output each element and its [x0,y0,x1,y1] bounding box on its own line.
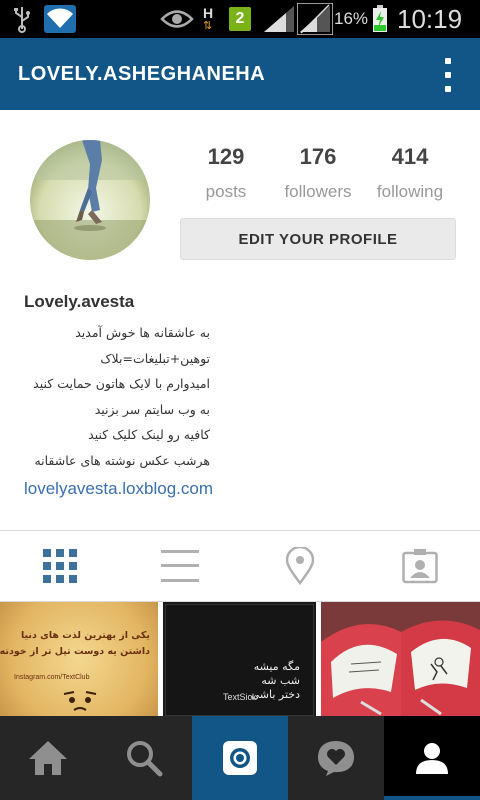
signal-icon [264,0,294,38]
usb-icon [12,0,32,38]
post-caption: دختر باشی [250,688,300,701]
post-thumbnail[interactable] [321,602,480,716]
following-count: 414 [391,144,429,169]
profile-username: LOVELY.ASHEGHANEHA [18,63,266,85]
profile-display-name: Lovely.avesta [24,292,135,311]
profile-view-tabs [0,531,480,601]
following-stat[interactable]: 414 following [364,144,456,202]
profile-website-link[interactable]: lovelyavesta.loxblog.com [24,479,213,499]
sim-icon: 2 [229,0,251,38]
location-pin-icon[interactable] [240,531,360,601]
post-thumbnail[interactable]: مگه میشه شب شه دختر باشی TextSick [163,602,316,716]
profile-icon[interactable] [384,716,480,800]
bottom-navigation [0,716,480,800]
bio-line: کافیه رو لینک کلیک کنید [88,427,210,442]
tagged-photos-icon[interactable] [360,531,480,601]
active-tab-indicator [384,796,480,800]
bio-line: امیدوارم با لایک هاتون حمایت کنید [33,376,210,391]
post-caption: یکی از بهترین لذت های دنیا [20,630,150,641]
battery-percent: 16% [334,9,369,28]
activity-heart-icon[interactable] [288,716,384,800]
post-credit: Instagram.com/TextClub [14,674,90,681]
post-credit: TextSick [223,692,257,702]
following-label: following [376,182,444,201]
network-type: H [203,5,214,21]
clock: 10:19 [397,3,463,34]
list-view-icon[interactable] [120,531,240,601]
followers-label: followers [284,182,352,201]
wifi-icon [44,0,76,38]
post-caption: شب شه [261,674,300,687]
status-bar: H ⇅ 2 16% 10:19 [0,0,480,38]
post-thumbnail[interactable]: یکی از بهترین لذت های دنیا داشتن یه دوست… [0,602,158,716]
overflow-menu-icon[interactable] [442,58,454,92]
grid-view-icon[interactable] [0,531,120,601]
followers-count: 176 [299,144,337,169]
bio-line: به عاشقانه ها خوش آمدید [75,325,210,340]
posts-stat[interactable]: 129 posts [180,144,272,202]
edit-profile-button[interactable]: EDIT YOUR PROFILE [180,218,456,260]
search-icon[interactable] [96,716,192,800]
avatar[interactable] [30,140,150,260]
posts-grid: یکی از بهترین لذت های دنیا داشتن یه دوست… [0,602,480,716]
followers-stat[interactable]: 176 followers [272,144,364,202]
bio-line: به وب سایتم سر بزنید [94,401,210,417]
home-icon[interactable] [0,716,96,800]
data-arrows-icon: H ⇅ [203,5,214,32]
eye-icon [160,0,194,38]
battery-icon [372,0,388,38]
bio-line: توهین+تبلیغات=بلاک [100,350,210,366]
posts-count: 129 [207,144,245,169]
profile-bio: به عاشقانه ها خوش آمدید توهین+تبلیغات=بل… [24,320,210,473]
bio-line: هرشب عکس نوشته های عاشقانه [34,452,210,468]
app-header: LOVELY.ASHEGHANEHA [0,38,480,110]
posts-label: posts [205,182,247,201]
sim-slot-label: 2 [229,7,251,31]
post-caption: مگه میشه [253,660,300,673]
camera-icon[interactable] [192,716,288,800]
signal-icon [297,0,333,38]
post-caption: داشتن یه دوست تپل تر از خودته! [0,646,150,657]
